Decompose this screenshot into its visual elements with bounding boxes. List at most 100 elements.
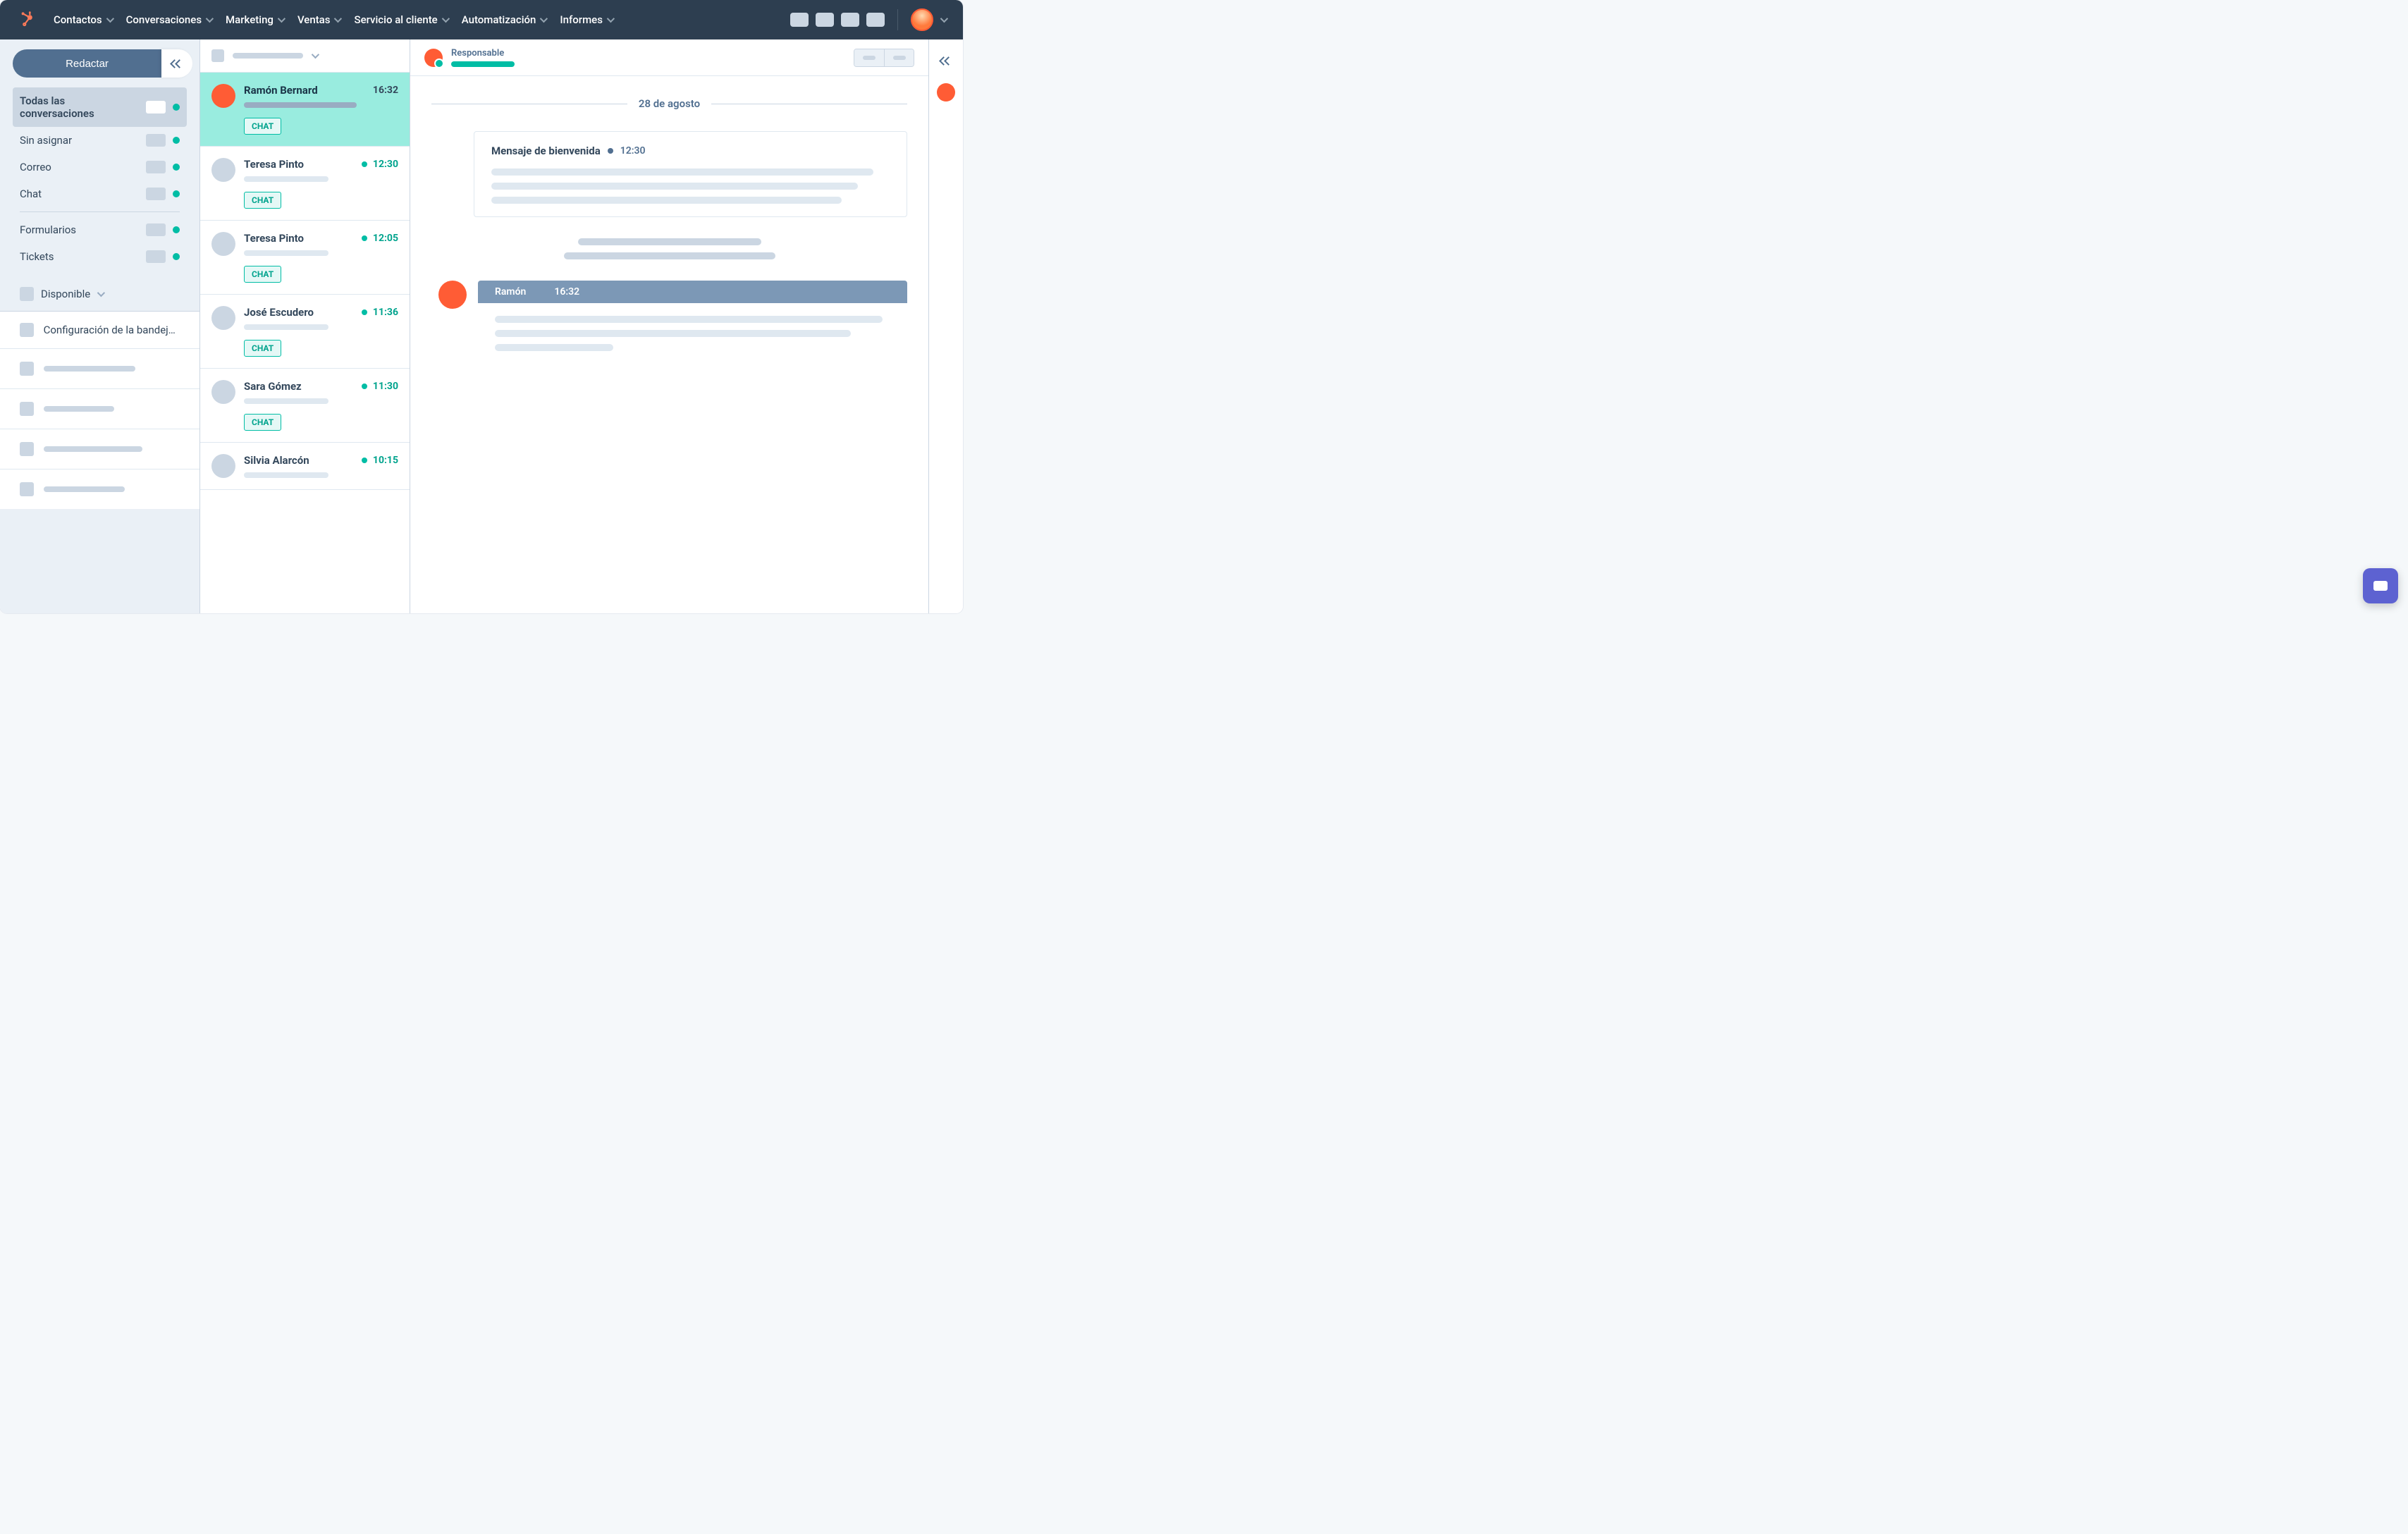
owner-label: Responsable — [451, 48, 515, 59]
conversation-item[interactable]: Sara Gómez11:30CHAT — [200, 369, 410, 443]
folder-chat[interactable]: Chat — [13, 180, 187, 207]
folder-unassigned[interactable]: Sin asignar — [13, 127, 187, 154]
folder-count — [146, 223, 166, 236]
status-dot-icon — [173, 104, 180, 111]
status-indicator-icon — [20, 287, 34, 301]
contact-avatar[interactable] — [424, 49, 443, 67]
chevron-down-icon — [607, 15, 615, 23]
placeholder-icon — [20, 362, 34, 376]
sender-avatar[interactable] — [438, 281, 467, 309]
placeholder-line — [564, 252, 775, 259]
folder-label: Todas las conversaciones — [20, 94, 139, 120]
hubspot-logo-icon[interactable] — [17, 10, 37, 30]
placeholder-text — [44, 486, 125, 492]
channel-tag: CHAT — [244, 266, 281, 283]
conversation-list: Ramón Bernard16:32CHATTeresa Pinto12:30C… — [200, 39, 410, 613]
chevron-down-icon — [278, 15, 285, 23]
sidebar-collapse-button[interactable] — [161, 49, 192, 78]
chat-widget-launcher[interactable] — [2363, 568, 2398, 603]
placeholder-line — [495, 344, 613, 351]
chevron-down-icon — [334, 15, 342, 23]
contact-avatar — [211, 454, 235, 478]
conversation-item[interactable]: José Escudero11:36CHAT — [200, 295, 410, 369]
dot-icon — [608, 148, 613, 154]
folder-count — [146, 161, 166, 173]
nav-contactos[interactable]: Contactos — [54, 13, 112, 26]
availability-toggle[interactable]: Disponible — [0, 277, 199, 311]
channel-tag: CHAT — [244, 340, 281, 357]
nav-action-2[interactable] — [816, 13, 834, 27]
nav-items: Contactos Conversaciones Marketing Venta… — [54, 13, 613, 26]
folder-forms[interactable]: Formularios — [13, 216, 187, 243]
filter-icon[interactable] — [211, 49, 224, 62]
list-item[interactable] — [0, 429, 199, 469]
contact-avatar — [211, 232, 235, 256]
placeholder-line — [495, 330, 851, 337]
status-dot-icon — [173, 190, 180, 197]
folder-all-conversations[interactable]: Todas las conversaciones — [13, 87, 187, 127]
nav-marketing[interactable]: Marketing — [226, 13, 283, 26]
nav-informes[interactable]: Informes — [560, 13, 613, 26]
topnav-right — [790, 8, 946, 31]
channel-tag: CHAT — [244, 414, 281, 431]
placeholder-text — [44, 406, 114, 412]
thread-header-actions — [854, 49, 914, 67]
folder-email[interactable]: Correo — [13, 154, 187, 180]
thread-action-2[interactable] — [884, 49, 914, 66]
chevron-down-icon — [206, 15, 214, 23]
message-body — [478, 303, 907, 364]
folder-label: Tickets — [20, 250, 139, 263]
conversation-time: 16:32 — [373, 85, 398, 96]
nav-action-3[interactable] — [841, 13, 859, 27]
preview-placeholder — [244, 176, 328, 182]
preview-placeholder — [244, 102, 357, 108]
sidebar-left: Redactar Todas las conversaciones Sin as… — [0, 39, 200, 613]
nav-ventas[interactable]: Ventas — [297, 13, 340, 26]
body: Redactar Todas las conversaciones Sin as… — [0, 39, 963, 613]
settings-icon — [20, 323, 34, 337]
unread-dot-icon — [362, 309, 367, 315]
chevron-down-icon[interactable] — [312, 51, 319, 59]
conversation-item[interactable]: Silvia Alarcón10:15 — [200, 443, 410, 490]
contact-indicator[interactable] — [937, 83, 955, 102]
thread-action-1[interactable] — [854, 49, 884, 66]
compose-row: Redactar — [0, 39, 199, 83]
nav-conversaciones[interactable]: Conversaciones — [126, 13, 211, 26]
list-item[interactable] — [0, 469, 199, 509]
nav-servicio[interactable]: Servicio al cliente — [354, 13, 447, 26]
placeholder-icon — [20, 482, 34, 496]
chevron-down-icon — [97, 289, 105, 297]
filter-label[interactable] — [233, 53, 303, 59]
conversation-time: 12:30 — [373, 159, 398, 170]
nav-action-1[interactable] — [790, 13, 809, 27]
user-avatar[interactable] — [911, 8, 933, 31]
separator — [897, 9, 898, 30]
inbox-settings-link[interactable]: Configuración de la bandeja... — [0, 311, 199, 348]
status-dot-icon — [173, 253, 180, 260]
sidebar-extra-list — [0, 348, 199, 509]
conversation-time: 12:05 — [373, 233, 398, 244]
contact-name: Sara Gómez — [244, 380, 356, 393]
status-label: Disponible — [41, 288, 90, 300]
list-item[interactable] — [0, 348, 199, 388]
welcome-time: 12:30 — [620, 145, 646, 157]
preview-placeholder — [244, 250, 328, 256]
chevron-down-icon — [106, 15, 113, 23]
right-rail-collapse-button[interactable] — [935, 49, 957, 72]
nav-automatizacion[interactable]: Automatización — [462, 13, 546, 26]
nav-action-4[interactable] — [866, 13, 885, 27]
folder-count — [146, 134, 166, 147]
folder-tickets[interactable]: Tickets — [13, 243, 187, 270]
conversation-item[interactable]: Ramón Bernard16:32CHAT — [200, 73, 410, 147]
placeholder-line — [491, 183, 858, 190]
date-label: 28 de agosto — [639, 97, 700, 110]
folder-count — [146, 101, 166, 113]
folder-label: Chat — [20, 188, 139, 200]
chevron-down-icon[interactable] — [940, 15, 948, 23]
contact-avatar — [211, 158, 235, 182]
compose-button[interactable]: Redactar — [13, 49, 161, 78]
status-dot-icon — [173, 164, 180, 171]
list-item[interactable] — [0, 388, 199, 429]
conversation-item[interactable]: Teresa Pinto12:05CHAT — [200, 221, 410, 295]
conversation-item[interactable]: Teresa Pinto12:30CHAT — [200, 147, 410, 221]
